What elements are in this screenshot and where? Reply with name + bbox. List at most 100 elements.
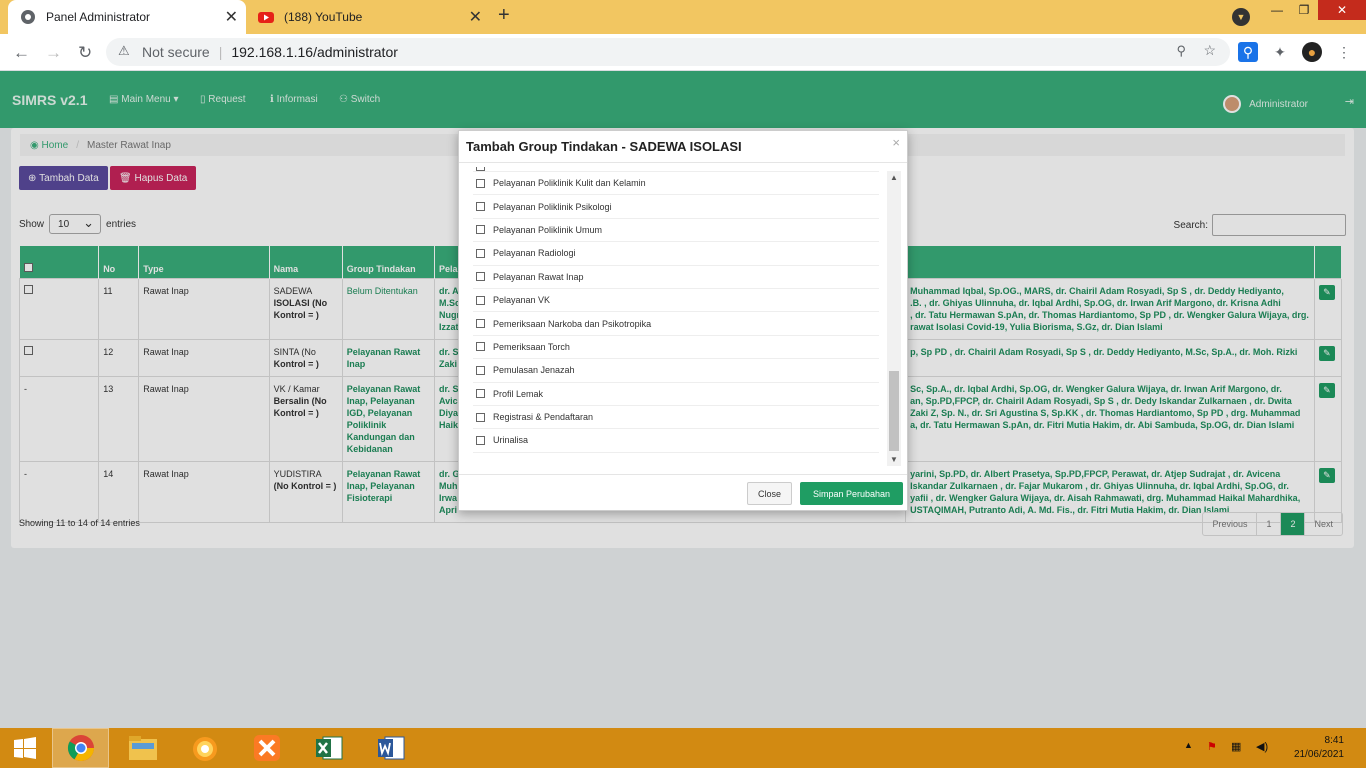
tab-title: Panel Administrator	[46, 10, 151, 24]
item-label: Pelayanan Rawat Inap	[493, 271, 584, 282]
item-checkbox[interactable]	[476, 295, 485, 305]
zoom-icon[interactable]: ⚲	[1176, 43, 1186, 59]
warning-icon: ⚠	[118, 43, 130, 58]
url-divider: |	[218, 44, 223, 60]
item-label: Pelayanan Poliklinik Psikologi	[493, 201, 612, 212]
item-checkbox[interactable]	[476, 319, 485, 329]
modal-scrollbar[interactable]: ▲ ▼	[887, 171, 901, 466]
excel-icon	[315, 736, 342, 760]
tray-arrow-icon[interactable]: ▲	[1184, 740, 1193, 750]
item-checkbox[interactable]	[476, 389, 485, 399]
item-label: Urinalisa	[493, 435, 529, 446]
item-checkbox[interactable]	[476, 202, 485, 212]
scroll-up-icon[interactable]: ▲	[890, 173, 898, 182]
item-checkbox[interactable]	[476, 435, 485, 445]
item-label: Pemulasan Jenazah	[493, 365, 575, 376]
item-label: Pelayanan VK	[493, 295, 551, 306]
group-list-item[interactable]: Pelayanan Rawat Inap	[473, 266, 879, 289]
extensions-puzzle-icon[interactable]: ✦	[1270, 42, 1290, 62]
start-button[interactable]	[0, 728, 50, 768]
scroll-down-icon[interactable]: ▼	[890, 455, 898, 464]
tray-network-icon[interactable]: ▦	[1231, 740, 1241, 753]
group-list-item[interactable]: Registrasi & Pendaftaran	[473, 406, 879, 430]
group-list-item[interactable]: Pelayanan Poliklinik Psikologi	[473, 195, 879, 219]
address-bar: ← → ↻ ⚠ Not secure | 192.168.1.16/admini…	[0, 34, 1366, 71]
scrollbar-thumb[interactable]	[889, 371, 899, 451]
modal-footer-divider	[459, 474, 907, 475]
taskbar-app-orange[interactable]	[176, 728, 233, 768]
tray-flag-icon[interactable]: ⚑	[1207, 740, 1217, 753]
word-icon	[377, 736, 404, 760]
item-label: Pelayanan Radiologi	[493, 248, 576, 259]
item-label: Pelayanan Poliklinik Umum	[493, 224, 603, 235]
close-window-icon[interactable]: ✕	[1318, 0, 1366, 20]
url-text: 192.168.1.16/administrator	[231, 44, 398, 60]
profile-avatar-icon[interactable]: ●	[1302, 42, 1322, 62]
orange-app-icon	[192, 737, 217, 761]
taskbar-chrome[interactable]	[52, 728, 109, 768]
chrome-page-icon	[21, 10, 35, 24]
security-label: Not secure	[142, 44, 210, 60]
browser-tab-strip: Panel Administrator ✕ (188) YouTube ✕ + …	[0, 0, 1366, 34]
list-item-clipped	[473, 163, 879, 172]
item-checkbox[interactable]	[476, 248, 485, 258]
group-list-item[interactable]: Pemeriksaan Narkoba dan Psikotropika	[473, 312, 879, 336]
folder-icon	[128, 736, 157, 760]
item-label: Pemeriksaan Torch	[493, 341, 570, 352]
group-list-item[interactable]: Pelayanan Radiologi	[473, 242, 879, 266]
reload-icon[interactable]: ↻	[78, 43, 92, 63]
close-button[interactable]: Close	[747, 482, 792, 505]
tab-panel-administrator[interactable]: Panel Administrator ✕	[8, 0, 246, 34]
bookmark-star-icon[interactable]: ☆	[1203, 42, 1216, 59]
xampp-icon	[253, 735, 280, 761]
minimize-icon[interactable]: —	[1268, 0, 1286, 20]
taskbar-file-explorer[interactable]	[114, 728, 171, 768]
group-list-item[interactable]: Pelayanan Poliklinik Kulit dan Kelamin	[473, 172, 879, 196]
taskbar-word[interactable]	[362, 728, 419, 768]
tab-youtube[interactable]: (188) YouTube ✕	[250, 0, 490, 34]
item-label: Pelayanan Poliklinik Kulit dan Kelamin	[493, 178, 646, 189]
maximize-icon[interactable]: ❐	[1295, 0, 1313, 20]
windows-logo-icon	[14, 737, 36, 759]
group-list-item[interactable]: Urinalisa	[473, 429, 879, 453]
item-label: Pemeriksaan Narkoba dan Psikotropika	[493, 318, 652, 329]
chrome-logo-icon	[67, 735, 94, 762]
taskbar-xampp[interactable]	[238, 728, 295, 768]
item-label: Profil Lemak	[493, 388, 544, 399]
forward-icon[interactable]: →	[45, 43, 62, 63]
item-checkbox[interactable]	[476, 225, 485, 235]
item-checkbox[interactable]	[476, 167, 485, 171]
windows-taskbar: ▲ ⚑ ▦ ◀) 8:41 21/06/2021	[0, 728, 1366, 768]
group-list-item[interactable]: Pemeriksaan Torch	[473, 336, 879, 360]
group-checkbox-list: Pelayanan Poliklinik Kulit dan Kelamin Pe…	[473, 163, 879, 468]
system-clock[interactable]: 8:41 21/06/2021	[1294, 734, 1344, 762]
item-checkbox[interactable]	[476, 412, 485, 422]
group-list-item[interactable]: Pelayanan Poliklinik Umum	[473, 219, 879, 243]
modal-title: Tambah Group Tindakan - SADEWA ISOLASI	[466, 139, 742, 154]
group-list-item[interactable]: Pemulasan Jenazah	[473, 359, 879, 383]
back-icon[interactable]: ←	[13, 43, 30, 63]
modal-close-icon[interactable]: ×	[892, 135, 900, 150]
extension-search-icon[interactable]: ⚲	[1238, 42, 1258, 62]
item-label: Registrasi & Pendaftaran	[493, 412, 594, 423]
youtube-icon	[258, 12, 274, 23]
taskbar-excel[interactable]	[300, 728, 357, 768]
clock-time: 8:41	[1324, 735, 1344, 746]
item-checkbox[interactable]	[476, 272, 485, 282]
item-checkbox[interactable]	[476, 342, 485, 352]
item-checkbox[interactable]	[476, 365, 485, 375]
item-checkbox[interactable]	[476, 178, 485, 188]
tambah-group-modal: Tambah Group Tindakan - SADEWA ISOLASI ×…	[458, 130, 908, 511]
clock-date: 21/06/2021	[1293, 749, 1344, 760]
tray-volume-icon[interactable]: ◀)	[1256, 740, 1268, 753]
group-list-item[interactable]: Profil Lemak	[473, 383, 879, 406]
tab-search-icon[interactable]: ▼	[1232, 8, 1250, 26]
close-tab-icon[interactable]: ✕	[469, 7, 482, 27]
close-tab-icon[interactable]: ✕	[225, 7, 238, 27]
group-list-item[interactable]: Pelayanan VK	[473, 289, 879, 313]
omnibox[interactable]: ⚠ Not secure | 192.168.1.16/administrato…	[106, 38, 1230, 66]
simpan-perubahan-button[interactable]: Simpan Perubahan	[800, 482, 903, 505]
tab-title: (188) YouTube	[284, 10, 363, 24]
chrome-menu-icon[interactable]: ⋮	[1334, 42, 1354, 62]
new-tab-button[interactable]: +	[498, 4, 510, 27]
